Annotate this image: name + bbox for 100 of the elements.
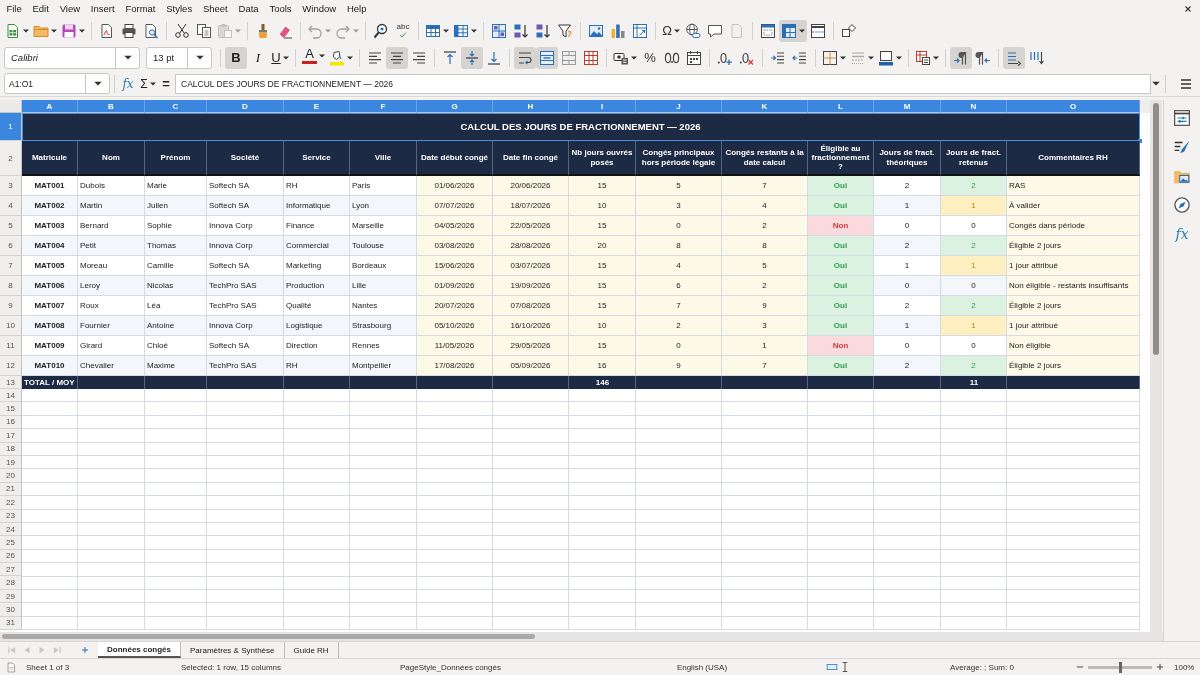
spellcheck-button[interactable]: abc [392, 19, 414, 42]
header-cell: Congés restants à la date calcul [722, 141, 808, 176]
row-header[interactable]: 30 [0, 603, 22, 617]
row-header[interactable]: 12 [0, 356, 22, 376]
row-header[interactable]: 17 [0, 429, 22, 443]
formula-button[interactable]: = [159, 73, 173, 94]
column-header[interactable]: A [22, 100, 78, 113]
left-to-right-button[interactable] [950, 46, 972, 69]
column-header[interactable]: L [808, 100, 874, 113]
column-header[interactable]: M [874, 100, 941, 113]
table-cell: 2 [874, 236, 941, 256]
table-cell: 10 [569, 196, 636, 216]
row-header[interactable]: 3 [0, 176, 22, 196]
table-cell: Innova Corp [207, 316, 284, 336]
menu-item[interactable]: Window [296, 1, 342, 16]
row-header[interactable]: 25 [0, 536, 22, 550]
percent-format-button[interactable]: % [639, 46, 661, 69]
table-cell: Lyon [350, 196, 417, 216]
horizontal-scrollbar[interactable] [0, 632, 1163, 641]
menu-item[interactable]: View [54, 1, 86, 16]
table-cell: 4 [722, 196, 808, 216]
font-name-field[interactable]: Calibri [4, 46, 140, 69]
italic-button[interactable]: I [247, 46, 269, 69]
scrollbar-thumb[interactable] [2, 634, 535, 639]
row-header[interactable]: 22 [0, 496, 22, 510]
table-cell: 7 [636, 296, 722, 316]
row-header[interactable]: 7 [0, 256, 22, 276]
vertical-scrollbar[interactable] [1150, 100, 1162, 632]
check-icon [397, 30, 409, 39]
row-header[interactable]: 15 [0, 402, 22, 416]
row-header[interactable]: 13 [0, 376, 22, 389]
row-header[interactable]: 2 [0, 141, 22, 176]
align-middle-button[interactable] [461, 46, 483, 69]
text-horizontal-button[interactable] [1003, 46, 1025, 69]
table-cell: MAT002 [22, 196, 78, 216]
table-cell: 22/05/2026 [493, 216, 569, 236]
table-cell: Oui [808, 196, 874, 216]
sheet-tab[interactable]: Paramètres & Synthèse [181, 642, 285, 658]
column-header[interactable]: I [569, 100, 636, 113]
row-header[interactable]: 9 [0, 296, 22, 316]
freeze-panes-button[interactable] [779, 19, 807, 42]
column-header[interactable]: O [1007, 100, 1140, 113]
table-cell: Julien [145, 196, 207, 216]
column-header[interactable]: N [941, 100, 1007, 113]
menu-item[interactable]: Edit [27, 1, 55, 16]
column-header[interactable]: E [284, 100, 350, 113]
function-wizard-button[interactable]: fx [119, 73, 137, 94]
table-cell: 01/06/2026 [417, 176, 493, 196]
column-header[interactable]: B [78, 100, 145, 113]
wrap-text-button[interactable] [514, 46, 536, 69]
name-box[interactable]: A1:O1 [4, 73, 110, 94]
font-size-field[interactable]: 13 pt [146, 46, 212, 69]
row-header[interactable]: 5 [0, 216, 22, 236]
menu-item[interactable]: Insert [85, 1, 120, 16]
menu-item[interactable]: Data [233, 1, 264, 16]
menu-item[interactable]: Tools [264, 1, 297, 16]
column-header[interactable]: H [493, 100, 569, 113]
row-header[interactable]: 4 [0, 196, 22, 216]
menu-item[interactable]: Help [341, 1, 372, 16]
row-header[interactable]: 10 [0, 316, 22, 336]
column-header[interactable]: F [350, 100, 417, 113]
row-header[interactable]: 1 [0, 113, 22, 141]
table-cell: 5 [636, 176, 722, 196]
merge-and-center-button[interactable] [536, 46, 558, 69]
sheet-tab[interactable]: Données congés [98, 642, 181, 658]
column-header[interactable]: J [636, 100, 722, 113]
zoom-in-button[interactable] [1154, 661, 1166, 673]
table-cell: Martin [78, 196, 145, 216]
formula-input[interactable]: CALCUL DES JOURS DE FRACTIONNEMENT — 2026 [175, 73, 1151, 94]
align-center-button[interactable] [386, 46, 408, 69]
row-header[interactable]: 20 [0, 469, 22, 483]
menu-item[interactable]: File [1, 1, 28, 16]
table-cell: 2 [941, 236, 1007, 256]
scrollbar-thumb[interactable] [1153, 103, 1159, 355]
row-header[interactable]: 27 [0, 563, 22, 577]
row-header[interactable]: 8 [0, 276, 22, 296]
row-header[interactable]: 28 [0, 576, 22, 590]
font-color-button[interactable]: A [300, 46, 327, 69]
table-cell: Logistique [284, 316, 350, 336]
column-header[interactable]: K [722, 100, 808, 113]
sheet-tab[interactable]: Guide RH [284, 642, 339, 658]
table-cell: Maxime [145, 356, 207, 376]
row-header[interactable]: 6 [0, 236, 22, 256]
column-header[interactable]: G [417, 100, 493, 113]
bold-button[interactable]: B [225, 46, 247, 69]
speech-bubble-icon [707, 22, 723, 39]
row-header[interactable]: 11 [0, 336, 22, 356]
sum-button[interactable]: Σ [137, 73, 159, 94]
menu-item[interactable]: Sheet [197, 1, 234, 16]
underline-button[interactable]: U [269, 46, 291, 69]
column-header[interactable]: D [207, 100, 284, 113]
zoom-slider-thumb[interactable] [1118, 661, 1122, 673]
row-header[interactable]: 14 [0, 389, 22, 403]
functions-button[interactable]: fx [1170, 222, 1194, 246]
column-header[interactable]: C [145, 100, 207, 113]
table-cell: 18/07/2026 [493, 196, 569, 216]
document-magnifier-icon [143, 22, 159, 39]
menu-item[interactable]: Styles [160, 1, 198, 16]
menu-item[interactable]: Format [120, 1, 161, 16]
special-character-button[interactable]: Ω [660, 19, 682, 42]
